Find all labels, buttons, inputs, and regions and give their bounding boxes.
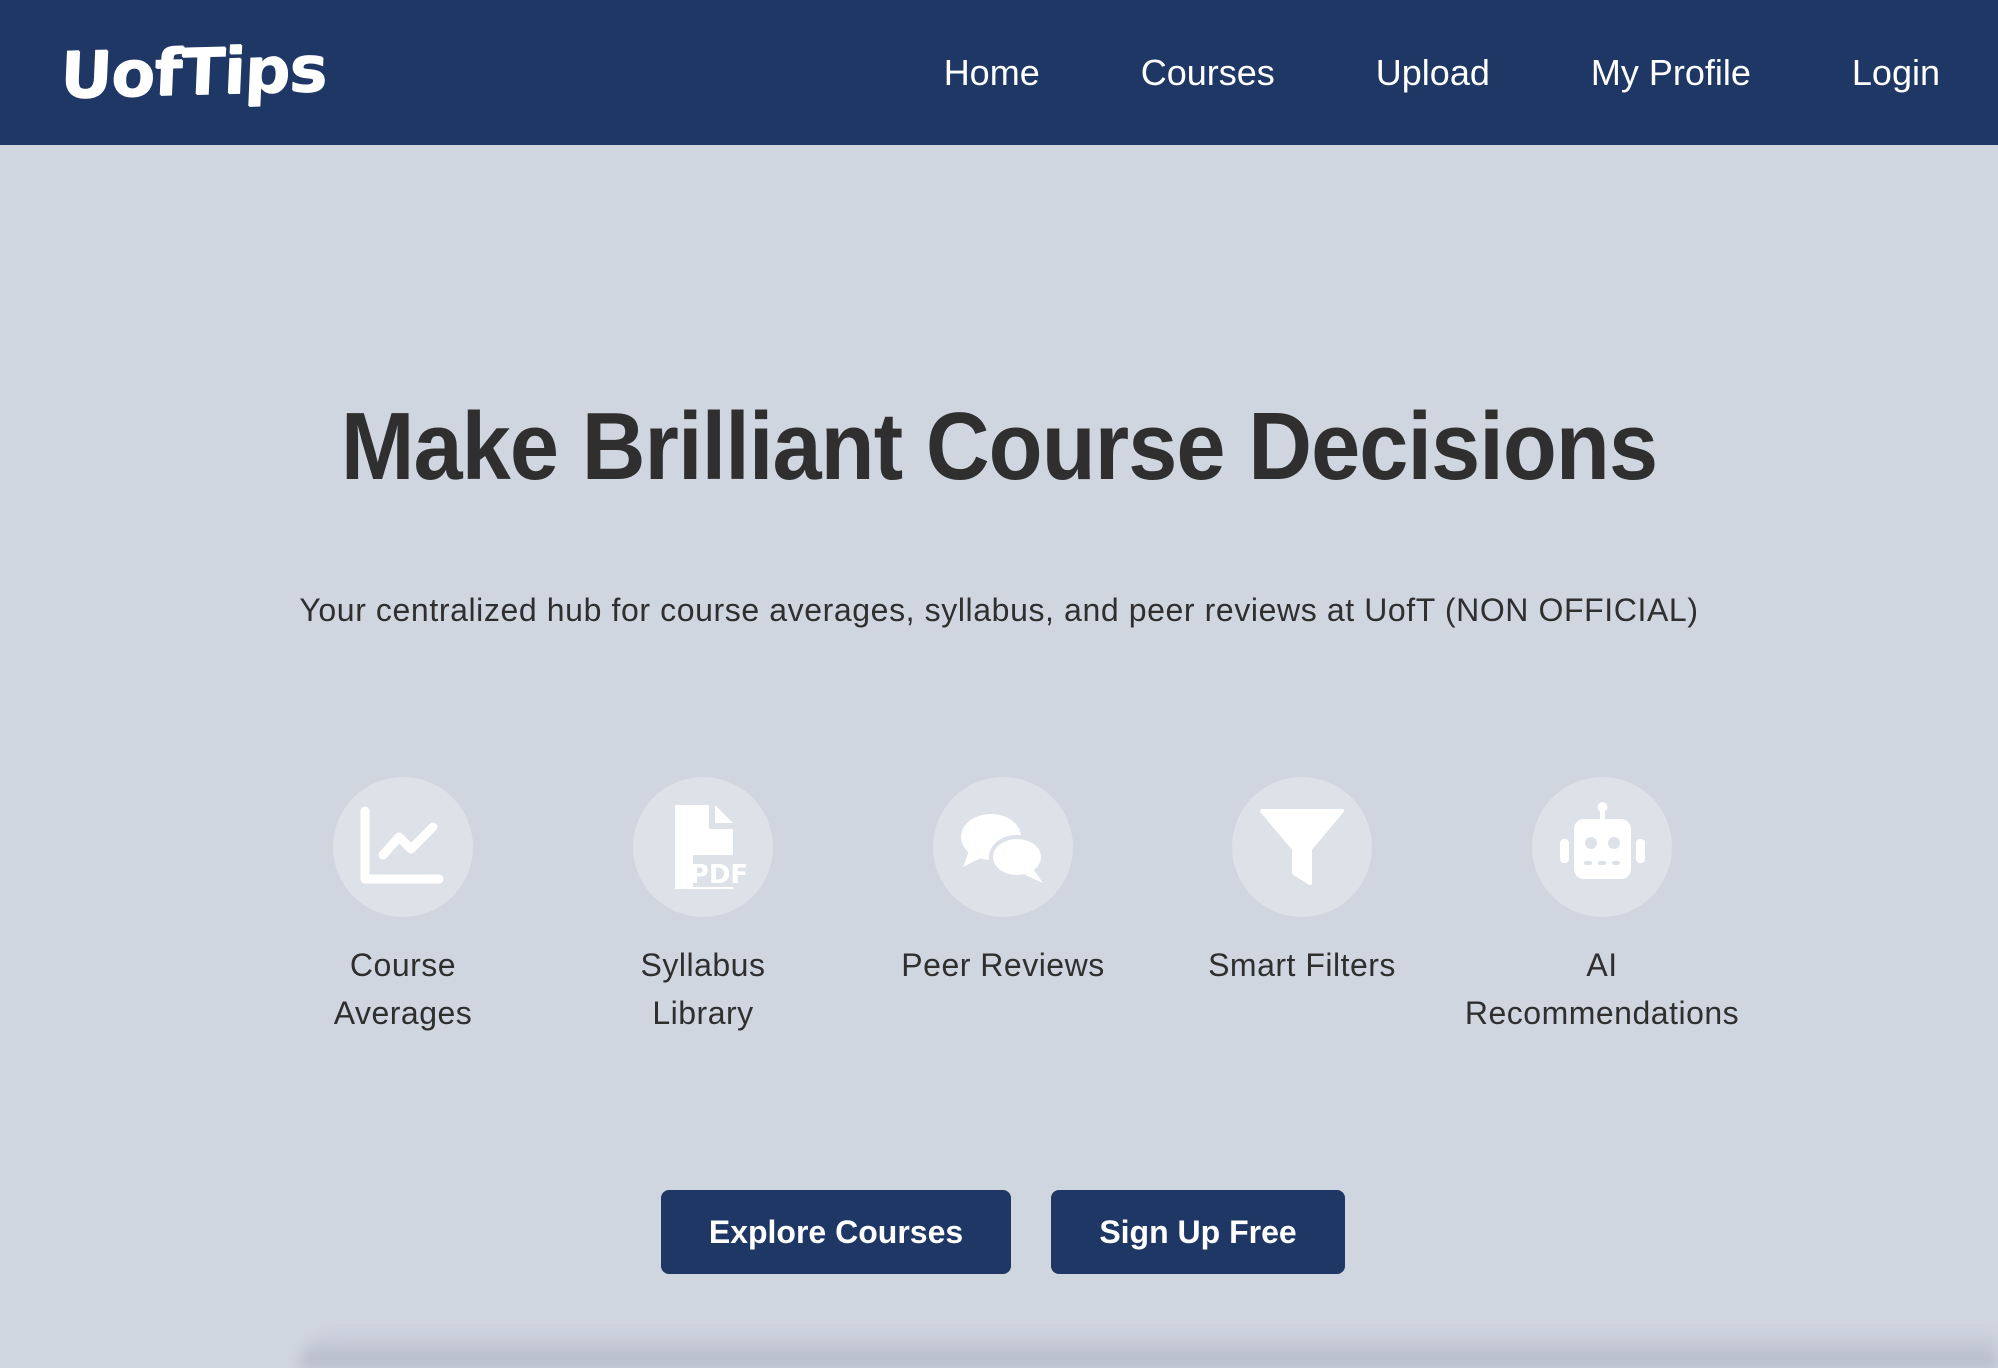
hero-subtitle: Your centralized hub for course averages…	[299, 592, 1699, 628]
feature-label-line1: AI	[1586, 947, 1618, 983]
chart-line-icon	[333, 777, 473, 917]
feature-label-line1: Peer Reviews	[901, 947, 1105, 983]
hero-title: Make Brilliant Course Decisions	[340, 393, 1658, 500]
comments-icon	[933, 777, 1073, 917]
svg-text:PDF: PDF	[690, 860, 748, 890]
section-edge-shadow	[300, 1330, 1998, 1368]
feature-label-line1: Course	[349, 947, 457, 983]
nav-login[interactable]: Login	[1852, 52, 1940, 94]
top-navbar: UofTips Home Courses Upload My Profile L…	[0, 0, 1998, 145]
nav-home[interactable]: Home	[944, 52, 1040, 94]
robot-icon	[1532, 777, 1672, 917]
feature-label-line2: Recommendations	[1464, 995, 1740, 1031]
feature-peer-reviews: Peer Reviews	[873, 777, 1133, 989]
site-logo[interactable]: UofTips	[58, 32, 327, 113]
nav-links: Home Courses Upload My Profile Login	[944, 52, 1940, 94]
feature-smart-filters: Smart Filters	[1172, 777, 1432, 989]
nav-my-profile[interactable]: My Profile	[1591, 52, 1751, 94]
filter-icon	[1232, 777, 1372, 917]
feature-ai-recommendations: AI Recommendations	[1465, 777, 1739, 1037]
feature-label-line1: Syllabus	[640, 947, 766, 983]
nav-courses[interactable]: Courses	[1141, 52, 1275, 94]
feature-label-line1: Smart Filters	[1208, 947, 1396, 983]
explore-courses-button[interactable]: Explore Courses	[661, 1190, 1011, 1274]
feature-label-line2: Averages	[333, 995, 473, 1031]
feature-list: Course Averages PDF Syllabus Library Pee…	[0, 777, 1998, 1037]
feature-course-averages: Course Averages	[273, 777, 533, 1037]
file-pdf-icon: PDF	[633, 777, 773, 917]
sign-up-free-button[interactable]: Sign Up Free	[1051, 1190, 1345, 1274]
nav-upload[interactable]: Upload	[1376, 52, 1490, 94]
feature-label-line2: Library	[652, 995, 754, 1031]
feature-syllabus-library: PDF Syllabus Library	[573, 777, 833, 1037]
